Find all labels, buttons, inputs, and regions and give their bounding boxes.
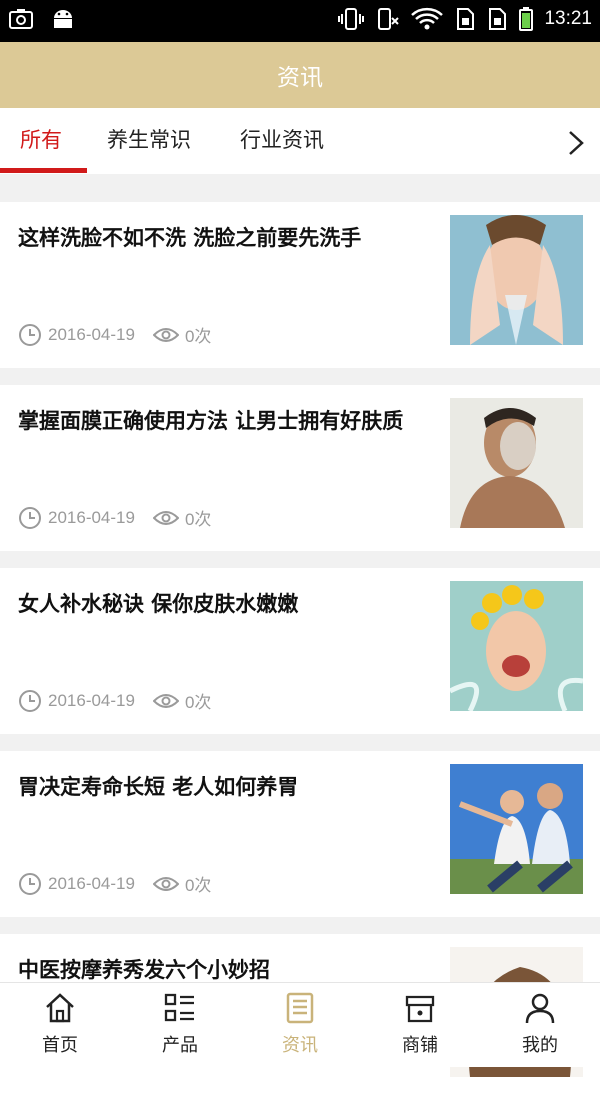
article-views: 0次 — [184, 693, 212, 712]
eye-icon — [152, 693, 179, 708]
article-title: 掌握面膜正确使用方法 让男士拥有好肤质 — [18, 409, 404, 433]
list-icon — [164, 993, 194, 1022]
vibrate-icon — [338, 8, 365, 30]
category-tabs: 所有 养生常识 行业资讯 — [0, 108, 600, 174]
phone-mute-icon — [378, 8, 400, 30]
status-time: 13:21 — [544, 8, 592, 29]
article-meta: 2016-04-19 0次 — [18, 322, 211, 347]
active-tab-underline — [0, 168, 87, 173]
nav-home-label: 首页 — [42, 1035, 78, 1056]
nav-shop[interactable]: 商铺 — [360, 983, 480, 1067]
article-item[interactable]: 胃决定寿命长短 老人如何养胃 2016-04-19 0次 — [0, 751, 600, 917]
sim1-icon — [457, 8, 475, 30]
user-icon — [525, 993, 555, 1024]
article-thumbnail — [450, 764, 583, 894]
eye-icon — [152, 876, 179, 891]
page-title: 资讯 — [277, 65, 323, 91]
article-thumbnail — [450, 581, 583, 711]
article-date: 2016-04-19 — [48, 690, 135, 710]
article-title: 胃决定寿命长短 老人如何养胃 — [18, 775, 299, 799]
nav-shop-label: 商铺 — [402, 1035, 438, 1056]
clock-icon — [19, 872, 41, 895]
article-views: 0次 — [184, 876, 212, 895]
article-item[interactable]: 掌握面膜正确使用方法 让男士拥有好肤质 2016-04-19 0次 — [0, 385, 600, 551]
article-meta: 2016-04-19 0次 — [18, 871, 211, 896]
shop-icon — [405, 995, 435, 1023]
screenshot-icon — [9, 9, 33, 29]
android-icon — [54, 10, 72, 28]
status-bar: 13:21 — [0, 0, 600, 42]
article-title: 女人补水秘诀 保你皮肤水嫩嫩 — [18, 592, 299, 616]
battery-icon — [519, 7, 534, 31]
nav-news[interactable]: 资讯 — [240, 983, 360, 1067]
nav-mine-label: 我的 — [522, 1035, 558, 1056]
nav-mine[interactable]: 我的 — [480, 983, 600, 1067]
nav-products-label: 产品 — [162, 1035, 198, 1056]
tab-health-tips[interactable]: 养生常识 — [107, 108, 191, 174]
article-thumbnail — [450, 215, 583, 345]
article-date: 2016-04-19 — [48, 324, 135, 344]
bottom-nav: 首页 产品 资讯 商铺 我的 — [0, 982, 600, 1067]
news-icon — [286, 992, 314, 1024]
tab-industry-news[interactable]: 行业资讯 — [240, 108, 324, 174]
eye-icon — [152, 510, 179, 525]
article-item[interactable]: 女人补水秘诀 保你皮肤水嫩嫩 2016-04-19 0次 — [0, 568, 600, 734]
clock-icon — [19, 689, 41, 712]
article-date: 2016-04-19 — [48, 873, 135, 893]
article-title: 这样洗脸不如不洗 洗脸之前要先洗手 — [18, 226, 362, 250]
tab-all[interactable]: 所有 — [20, 108, 62, 174]
article-meta: 2016-04-19 0次 — [18, 688, 211, 713]
article-meta: 2016-04-19 0次 — [18, 505, 211, 530]
nav-products[interactable]: 产品 — [120, 983, 240, 1067]
article-title: 中医按摩养秀发六个小妙招 — [18, 958, 270, 982]
article-views: 0次 — [184, 510, 212, 529]
nav-home[interactable]: 首页 — [0, 983, 120, 1067]
eye-icon — [152, 327, 179, 342]
clock-icon — [19, 506, 41, 529]
home-icon — [46, 993, 74, 1023]
article-views: 0次 — [184, 327, 212, 346]
wifi-icon — [411, 7, 444, 30]
article-thumbnail — [450, 398, 583, 528]
sim2-icon — [489, 8, 507, 30]
article-item[interactable]: 这样洗脸不如不洗 洗脸之前要先洗手 2016-04-19 0次 — [0, 202, 600, 368]
article-date: 2016-04-19 — [48, 507, 135, 527]
nav-news-label: 资讯 — [282, 1035, 318, 1056]
clock-icon — [19, 323, 41, 346]
chevron-right-icon[interactable] — [562, 128, 588, 158]
page-header: 资讯 — [0, 42, 600, 108]
